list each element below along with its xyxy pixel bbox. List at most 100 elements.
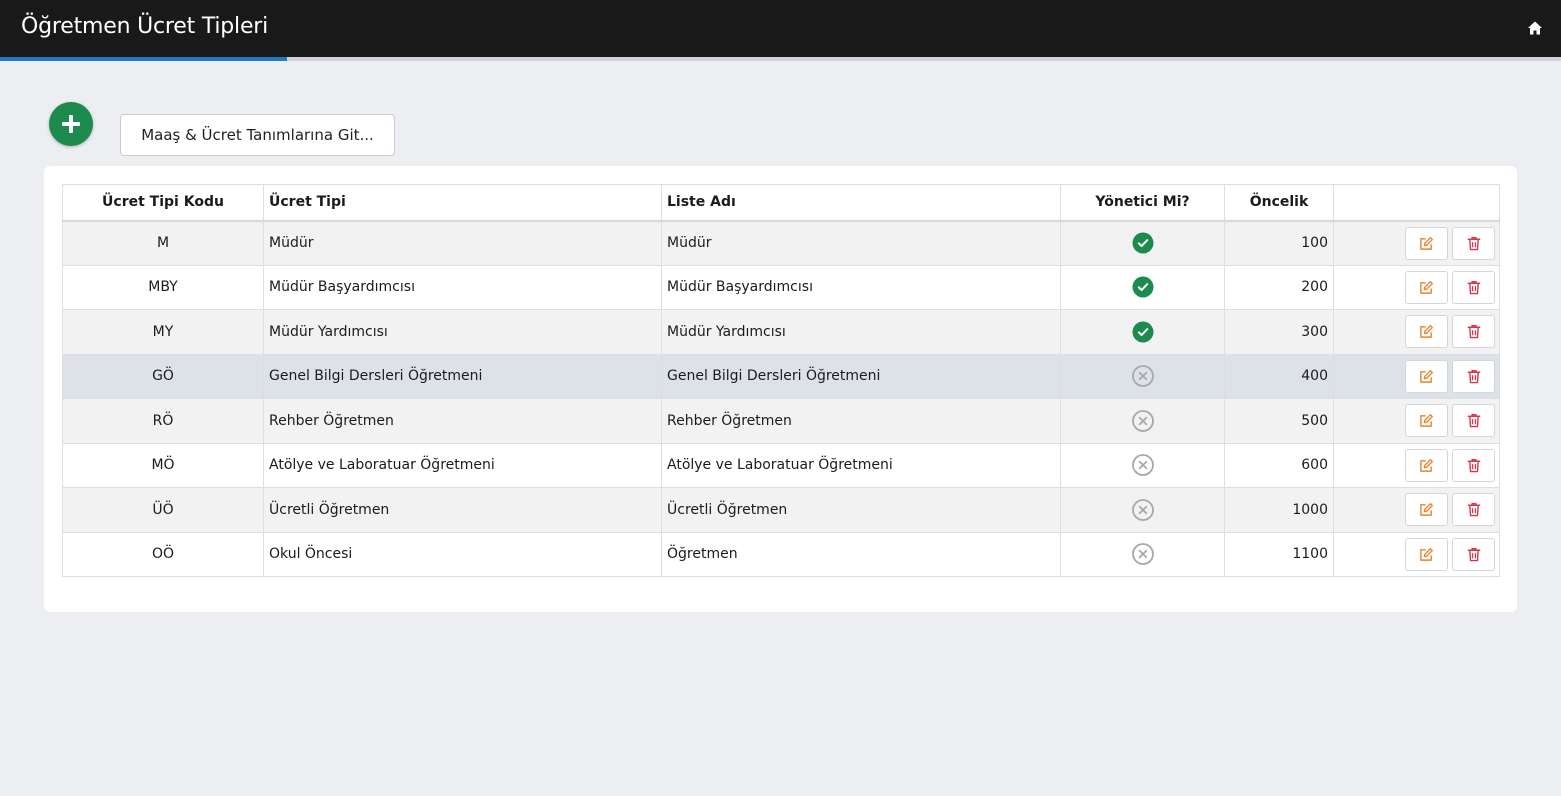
cell-type: Müdür (263, 220, 662, 266)
cell-is-manager (1060, 487, 1225, 533)
table-row[interactable]: MÖ Atölye ve Laboratuar Öğretmeni Atölye v… (62, 442, 1500, 488)
trash-icon (1467, 547, 1481, 566)
table-row[interactable]: M Müdür Müdür 100 (62, 220, 1500, 266)
delete-button[interactable] (1452, 226, 1495, 260)
trash-icon (1467, 458, 1481, 477)
cell-type: Atölye ve Laboratuar Öğretmeni (263, 442, 662, 488)
delete-button[interactable] (1452, 359, 1495, 393)
cell-is-manager (1060, 531, 1225, 577)
cell-actions (1333, 398, 1500, 444)
cell-actions (1333, 309, 1500, 355)
check-circle-icon (1132, 232, 1154, 254)
table-row[interactable]: RÖ Rehber Öğretmen Rehber Öğretmen 500 (62, 398, 1500, 444)
trash-icon (1467, 369, 1481, 388)
delete-button[interactable] (1452, 404, 1495, 438)
trash-icon (1467, 236, 1481, 255)
check-circle-icon (1132, 276, 1154, 298)
column-header-priority[interactable]: Öncelik (1224, 184, 1334, 222)
column-header-actions (1333, 184, 1500, 222)
delete-button[interactable] (1452, 270, 1495, 304)
table-row[interactable]: MY Müdür Yardımcısı Müdür Yardımcısı 300 (62, 309, 1500, 355)
cell-is-manager (1060, 398, 1225, 444)
goto-salary-definitions-button[interactable]: Maaş & Ücret Tanımlarına Git... (120, 114, 395, 156)
edit-icon (1419, 280, 1434, 299)
x-circle-icon (1131, 409, 1154, 432)
table-header-row: Ücret Tipi Kodu Ücret Tipi Liste Adı Yön… (62, 184, 1500, 222)
cell-type: Okul Öncesi (263, 531, 662, 577)
trash-icon (1467, 280, 1481, 299)
table-card: Ücret Tipi Kodu Ücret Tipi Liste Adı Yön… (44, 166, 1517, 612)
cell-priority: 1000 (1224, 487, 1334, 533)
delete-button[interactable] (1452, 537, 1495, 571)
cell-priority: 500 (1224, 398, 1334, 444)
cell-code: RÖ (62, 398, 264, 444)
cell-priority: 300 (1224, 309, 1334, 355)
edit-icon (1419, 236, 1434, 255)
cell-actions (1333, 531, 1500, 577)
edit-button[interactable] (1405, 537, 1448, 571)
table-body: M Müdür Müdür 100 MBY Müdür Başyardımcısı Müdü… (62, 220, 1500, 577)
cell-list-name: Ücretli Öğretmen (661, 487, 1061, 533)
table-row[interactable]: GÖ Genel Bilgi Dersleri Öğretmeni Genel Bi… (62, 353, 1500, 399)
table-row[interactable]: MBY Müdür Başyardımcısı Müdür Başyardımcıs… (62, 264, 1500, 310)
cell-actions (1333, 487, 1500, 533)
cell-actions (1333, 353, 1500, 399)
cell-list-name: Rehber Öğretmen (661, 398, 1061, 444)
edit-button[interactable] (1405, 493, 1448, 527)
x-circle-icon (1131, 365, 1154, 388)
trash-icon (1467, 414, 1481, 432)
page-title: Öğretmen Ücret Tipleri (21, 14, 269, 39)
edit-button[interactable] (1405, 270, 1448, 304)
edit-icon (1419, 325, 1434, 343)
check-circle-icon (1132, 321, 1154, 343)
cell-list-name: Müdür Başyardımcısı (661, 264, 1061, 310)
cell-is-manager (1060, 353, 1225, 399)
edit-button[interactable] (1405, 448, 1448, 482)
cell-type: Müdür Başyardımcısı (263, 264, 662, 310)
column-header-type[interactable]: Ücret Tipi (263, 184, 662, 222)
edit-button[interactable] (1405, 315, 1448, 349)
edit-button[interactable] (1405, 359, 1448, 393)
cell-list-name: Öğretmen (661, 531, 1061, 577)
cell-type: Müdür Yardımcısı (263, 309, 662, 355)
x-circle-icon (1131, 498, 1154, 521)
fee-types-table: Ücret Tipi Kodu Ücret Tipi Liste Adı Yön… (62, 184, 1500, 577)
delete-button[interactable] (1452, 493, 1495, 527)
page-progress-track (0, 57, 1561, 61)
x-circle-icon (1131, 543, 1154, 566)
edit-icon (1419, 458, 1434, 477)
cell-actions (1333, 220, 1500, 266)
cell-actions (1333, 264, 1500, 310)
x-circle-icon (1131, 454, 1154, 477)
cell-is-manager (1060, 309, 1225, 355)
cell-type: Ücretli Öğretmen (263, 487, 662, 533)
column-header-is-manager[interactable]: Yönetici Mi? (1060, 184, 1225, 222)
add-button[interactable] (49, 102, 93, 146)
cell-type: Rehber Öğretmen (263, 398, 662, 444)
cell-priority: 400 (1224, 353, 1334, 399)
edit-icon (1419, 369, 1434, 388)
trash-icon (1467, 503, 1481, 521)
delete-button[interactable] (1452, 315, 1495, 349)
edit-icon (1419, 547, 1434, 566)
cell-code: ÜÖ (62, 487, 264, 533)
cell-is-manager (1060, 220, 1225, 266)
home-icon[interactable] (1527, 20, 1543, 36)
cell-is-manager (1060, 264, 1225, 310)
cell-code: M (62, 220, 264, 266)
top-bar: Öğretmen Ücret Tipleri (0, 0, 1561, 57)
edit-button[interactable] (1405, 404, 1448, 438)
delete-button[interactable] (1452, 448, 1495, 482)
cell-code: OÖ (62, 531, 264, 577)
page-progress-bar (0, 57, 288, 61)
cell-code: MÖ (62, 442, 264, 488)
cell-priority: 200 (1224, 264, 1334, 310)
column-header-list-name[interactable]: Liste Adı (661, 184, 1061, 222)
trash-icon (1467, 325, 1481, 343)
cell-type: Genel Bilgi Dersleri Öğretmeni (263, 353, 662, 399)
edit-icon (1419, 414, 1434, 432)
table-row[interactable]: ÜÖ Ücretli Öğretmen Ücretli Öğretmen 1000 (62, 487, 1500, 533)
edit-button[interactable] (1405, 226, 1448, 260)
table-row[interactable]: OÖ Okul Öncesi Öğretmen 1100 (62, 531, 1500, 577)
column-header-code[interactable]: Ücret Tipi Kodu (62, 184, 264, 222)
